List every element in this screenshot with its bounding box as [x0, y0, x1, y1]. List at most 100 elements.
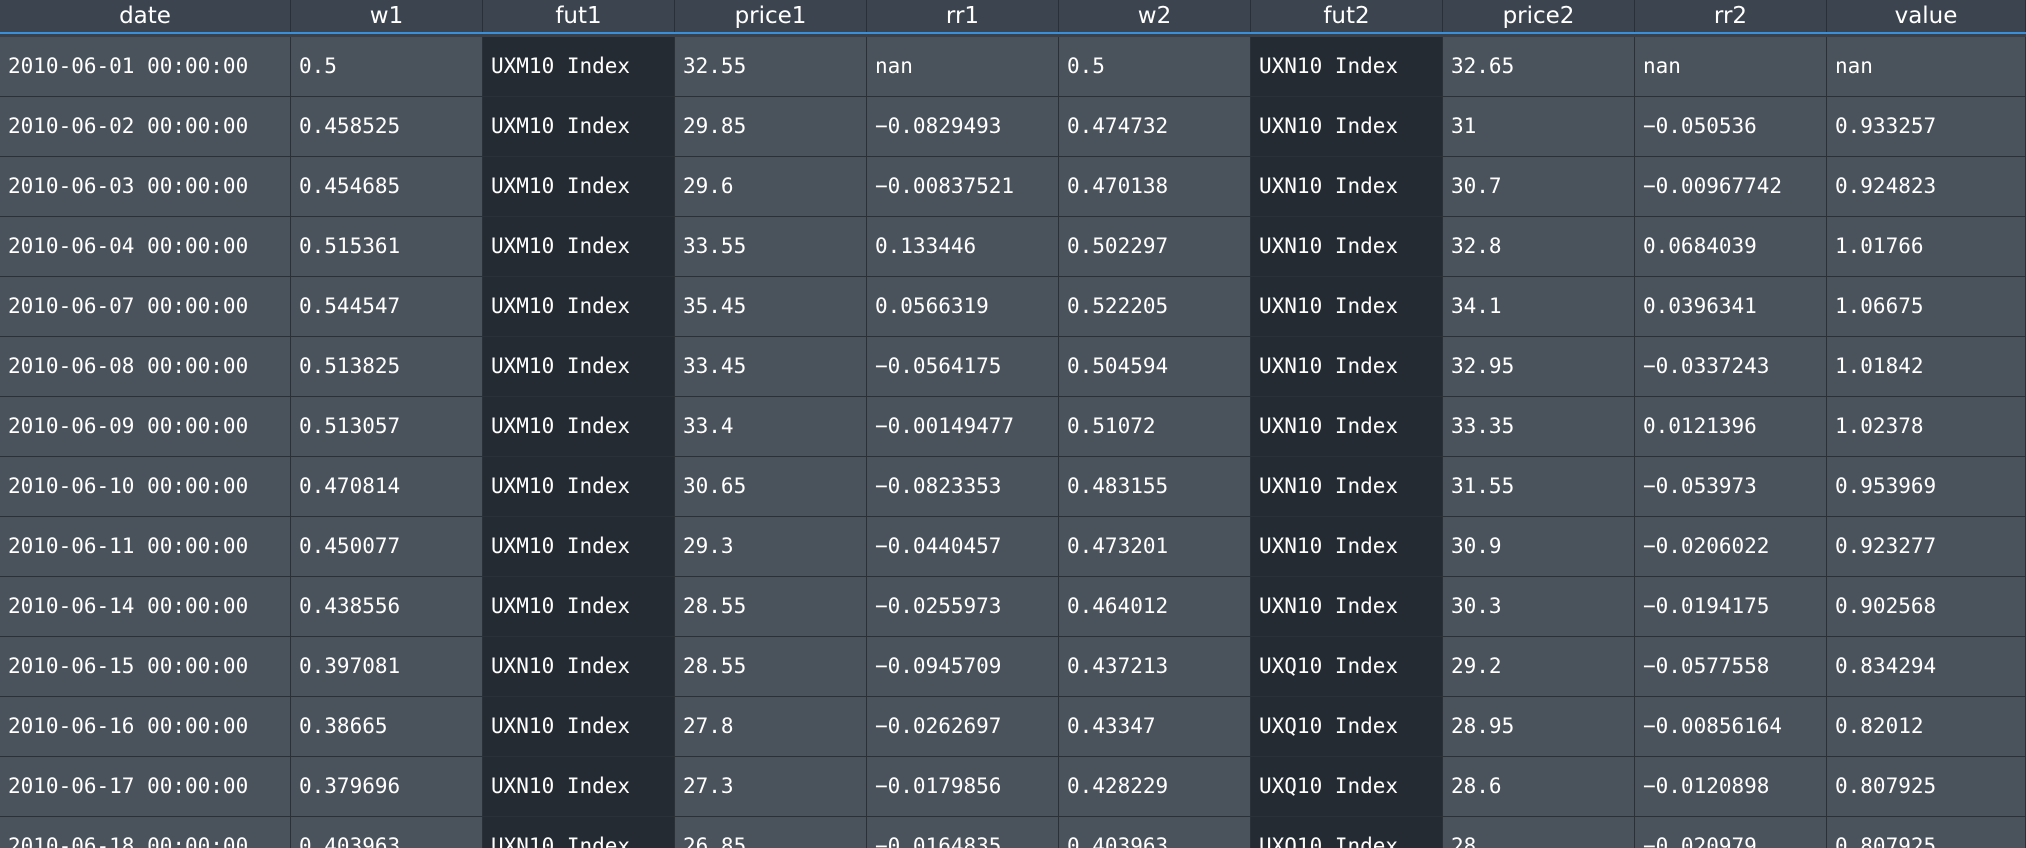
cell-w1[interactable]: 0.454685 — [291, 157, 483, 217]
column-header-fut1[interactable]: fut1 — [483, 0, 675, 32]
table-row[interactable]: 2010-06-09 00:00:00 0.513057 UXM10 Index 33… — [0, 397, 2026, 457]
cell-date[interactable]: 2010-06-15 00:00:00 — [0, 637, 291, 697]
cell-fut2[interactable]: UXN10 Index — [1251, 457, 1443, 517]
cell-fut1[interactable]: UXM10 Index — [483, 337, 675, 397]
cell-date[interactable]: 2010-06-11 00:00:00 — [0, 517, 291, 577]
cell-price2[interactable]: 32.8 — [1443, 217, 1635, 277]
cell-price2[interactable]: 32.65 — [1443, 37, 1635, 97]
cell-price2[interactable]: 31 — [1443, 97, 1635, 157]
cell-rr2[interactable]: −0.0206022 — [1635, 517, 1827, 577]
cell-w2[interactable]: 0.51072 — [1059, 397, 1251, 457]
table-row[interactable]: 2010-06-15 00:00:00 0.397081 UXN10 Index 28… — [0, 637, 2026, 697]
cell-fut1[interactable]: UXM10 Index — [483, 37, 675, 97]
cell-value[interactable]: 1.02378 — [1827, 397, 2026, 457]
cell-value[interactable]: nan — [1827, 37, 2026, 97]
cell-value[interactable]: 0.953969 — [1827, 457, 2026, 517]
cell-rr2[interactable]: nan — [1635, 37, 1827, 97]
cell-date[interactable]: 2010-06-03 00:00:00 — [0, 157, 291, 217]
cell-fut1[interactable]: UXM10 Index — [483, 577, 675, 637]
cell-price1[interactable]: 27.8 — [675, 697, 867, 757]
cell-w2[interactable]: 0.470138 — [1059, 157, 1251, 217]
cell-w2[interactable]: 0.502297 — [1059, 217, 1251, 277]
cell-fut1[interactable]: UXM10 Index — [483, 397, 675, 457]
cell-w2[interactable]: 0.473201 — [1059, 517, 1251, 577]
cell-rr2[interactable]: −0.00856164 — [1635, 697, 1827, 757]
cell-rr1[interactable]: −0.0262697 — [867, 697, 1059, 757]
cell-price1[interactable]: 27.3 — [675, 757, 867, 817]
cell-w1[interactable]: 0.513825 — [291, 337, 483, 397]
cell-rr1[interactable]: −0.0564175 — [867, 337, 1059, 397]
cell-fut1[interactable]: UXN10 Index — [483, 817, 675, 848]
cell-date[interactable]: 2010-06-08 00:00:00 — [0, 337, 291, 397]
cell-price1[interactable]: 29.85 — [675, 97, 867, 157]
cell-fut1[interactable]: UXM10 Index — [483, 157, 675, 217]
cell-rr1[interactable]: −0.00149477 — [867, 397, 1059, 457]
cell-w2[interactable]: 0.437213 — [1059, 637, 1251, 697]
table-row[interactable]: 2010-06-03 00:00:00 0.454685 UXM10 Index 29… — [0, 157, 2026, 217]
cell-price2[interactable]: 32.95 — [1443, 337, 1635, 397]
cell-w2[interactable]: 0.483155 — [1059, 457, 1251, 517]
cell-w1[interactable]: 0.450077 — [291, 517, 483, 577]
cell-date[interactable]: 2010-06-18 00:00:00 — [0, 817, 291, 848]
cell-w1[interactable]: 0.397081 — [291, 637, 483, 697]
cell-value[interactable]: 0.924823 — [1827, 157, 2026, 217]
cell-fut1[interactable]: UXM10 Index — [483, 457, 675, 517]
cell-w1[interactable]: 0.513057 — [291, 397, 483, 457]
cell-date[interactable]: 2010-06-02 00:00:00 — [0, 97, 291, 157]
cell-rr2[interactable]: −0.020979 — [1635, 817, 1827, 848]
cell-rr2[interactable]: −0.0194175 — [1635, 577, 1827, 637]
cell-rr1[interactable]: −0.0179856 — [867, 757, 1059, 817]
column-header-price2[interactable]: price2 — [1443, 0, 1635, 32]
cell-w1[interactable]: 0.438556 — [291, 577, 483, 637]
cell-fut2[interactable]: UXN10 Index — [1251, 277, 1443, 337]
cell-value[interactable]: 0.807925 — [1827, 817, 2026, 848]
cell-w1[interactable]: 0.515361 — [291, 217, 483, 277]
cell-price2[interactable]: 28.6 — [1443, 757, 1635, 817]
cell-rr2[interactable]: −0.00967742 — [1635, 157, 1827, 217]
cell-rr1[interactable]: −0.0164835 — [867, 817, 1059, 848]
cell-price1[interactable]: 26.85 — [675, 817, 867, 848]
cell-fut2[interactable]: UXN10 Index — [1251, 397, 1443, 457]
cell-price2[interactable]: 31.55 — [1443, 457, 1635, 517]
cell-price1[interactable]: 28.55 — [675, 637, 867, 697]
cell-w2[interactable]: 0.43347 — [1059, 697, 1251, 757]
cell-fut2[interactable]: UXQ10 Index — [1251, 757, 1443, 817]
cell-rr2[interactable]: −0.050536 — [1635, 97, 1827, 157]
cell-w2[interactable]: 0.403963 — [1059, 817, 1251, 848]
table-row[interactable]: 2010-06-01 00:00:00 0.5 UXM10 Index 32.55 na… — [0, 37, 2026, 97]
cell-w2[interactable]: 0.5 — [1059, 37, 1251, 97]
cell-rr2[interactable]: −0.0337243 — [1635, 337, 1827, 397]
table-row[interactable]: 2010-06-16 00:00:00 0.38665 UXN10 Index 27.… — [0, 697, 2026, 757]
cell-fut2[interactable]: UXN10 Index — [1251, 217, 1443, 277]
cell-price2[interactable]: 34.1 — [1443, 277, 1635, 337]
cell-w2[interactable]: 0.428229 — [1059, 757, 1251, 817]
table-row[interactable]: 2010-06-14 00:00:00 0.438556 UXM10 Index 28… — [0, 577, 2026, 637]
cell-rr2[interactable]: −0.0120898 — [1635, 757, 1827, 817]
cell-price2[interactable]: 29.2 — [1443, 637, 1635, 697]
cell-fut2[interactable]: UXN10 Index — [1251, 337, 1443, 397]
cell-fut1[interactable]: UXM10 Index — [483, 517, 675, 577]
cell-price2[interactable]: 33.35 — [1443, 397, 1635, 457]
cell-date[interactable]: 2010-06-17 00:00:00 — [0, 757, 291, 817]
table-row[interactable]: 2010-06-07 00:00:00 0.544547 UXM10 Index 35… — [0, 277, 2026, 337]
cell-w1[interactable]: 0.458525 — [291, 97, 483, 157]
cell-value[interactable]: 0.834294 — [1827, 637, 2026, 697]
cell-price2[interactable]: 30.7 — [1443, 157, 1635, 217]
cell-value[interactable]: 0.82012 — [1827, 697, 2026, 757]
cell-rr2[interactable]: 0.0121396 — [1635, 397, 1827, 457]
cell-value[interactable]: 0.933257 — [1827, 97, 2026, 157]
column-header-w1[interactable]: w1 — [291, 0, 483, 32]
cell-fut2[interactable]: UXQ10 Index — [1251, 697, 1443, 757]
cell-rr1[interactable]: −0.0823353 — [867, 457, 1059, 517]
cell-w1[interactable]: 0.470814 — [291, 457, 483, 517]
cell-rr1[interactable]: −0.00837521 — [867, 157, 1059, 217]
cell-price2[interactable]: 30.3 — [1443, 577, 1635, 637]
cell-w2[interactable]: 0.522205 — [1059, 277, 1251, 337]
cell-rr2[interactable]: 0.0684039 — [1635, 217, 1827, 277]
cell-price2[interactable]: 30.9 — [1443, 517, 1635, 577]
cell-value[interactable]: 0.923277 — [1827, 517, 2026, 577]
cell-rr1[interactable]: −0.0440457 — [867, 517, 1059, 577]
cell-fut1[interactable]: UXM10 Index — [483, 97, 675, 157]
cell-fut2[interactable]: UXN10 Index — [1251, 157, 1443, 217]
cell-fut2[interactable]: UXN10 Index — [1251, 97, 1443, 157]
